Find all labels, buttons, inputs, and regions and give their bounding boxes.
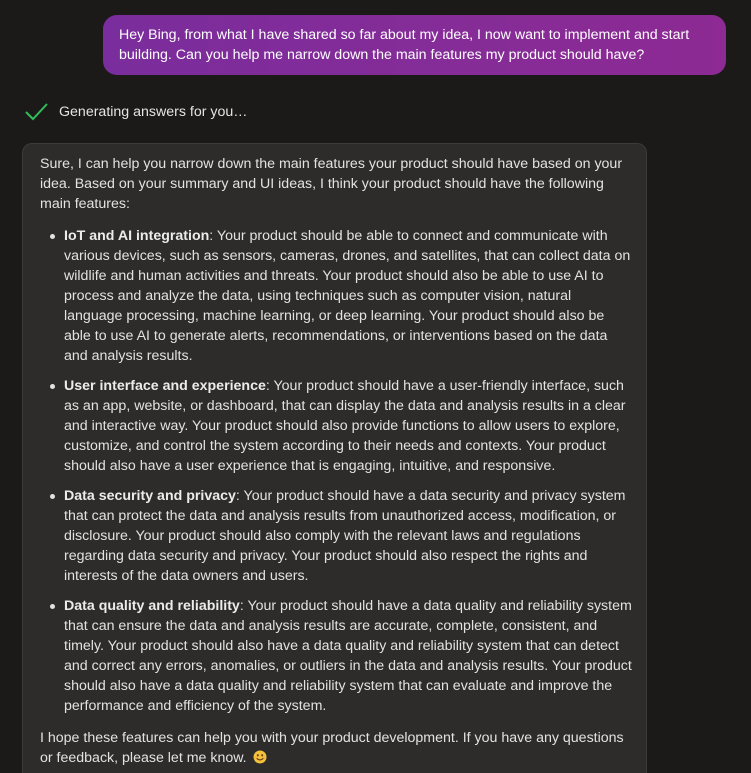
feature-title: Data quality and reliability: [64, 598, 240, 614]
smiling-face-icon: [253, 750, 267, 764]
feature-title: User interface and experience: [64, 378, 266, 394]
user-message-bubble: Hey Bing, from what I have shared so far…: [103, 15, 726, 75]
check-icon: [25, 103, 48, 121]
bot-closing-text: I hope these features can help you with …: [40, 728, 632, 768]
bot-intro-text: Sure, I can help you narrow down the mai…: [40, 156, 623, 212]
generating-status: Generating answers for you…: [24, 100, 247, 124]
user-message-text: Hey Bing, from what I have shared so far…: [119, 27, 690, 63]
feature-body: : Your product should be able to connect…: [64, 228, 631, 364]
list-item: Data security and privacy: Your product …: [50, 486, 632, 586]
list-item: User interface and experience: Your prod…: [50, 376, 632, 476]
bullet-dot: [50, 234, 55, 239]
closing-sentence: I hope these features can help you with …: [40, 730, 624, 766]
feature-list: IoT and AI integration: Your product sho…: [40, 226, 632, 716]
chat-page: Hey Bing, from what I have shared so far…: [0, 0, 751, 773]
bullet-dot: [50, 384, 55, 389]
feature-title: Data security and privacy: [64, 488, 236, 504]
bullet-dot: [50, 494, 55, 499]
bot-message-bubble: Sure, I can help you narrow down the mai…: [22, 143, 647, 773]
list-item: Data quality and reliability: Your produ…: [50, 596, 632, 716]
bullet-dot: [50, 604, 55, 609]
list-item: IoT and AI integration: Your product sho…: [50, 226, 632, 366]
feature-body: : Your product should have a data qualit…: [64, 598, 632, 714]
feature-title: IoT and AI integration: [64, 228, 210, 244]
status-text: Generating answers for you…: [59, 104, 248, 120]
